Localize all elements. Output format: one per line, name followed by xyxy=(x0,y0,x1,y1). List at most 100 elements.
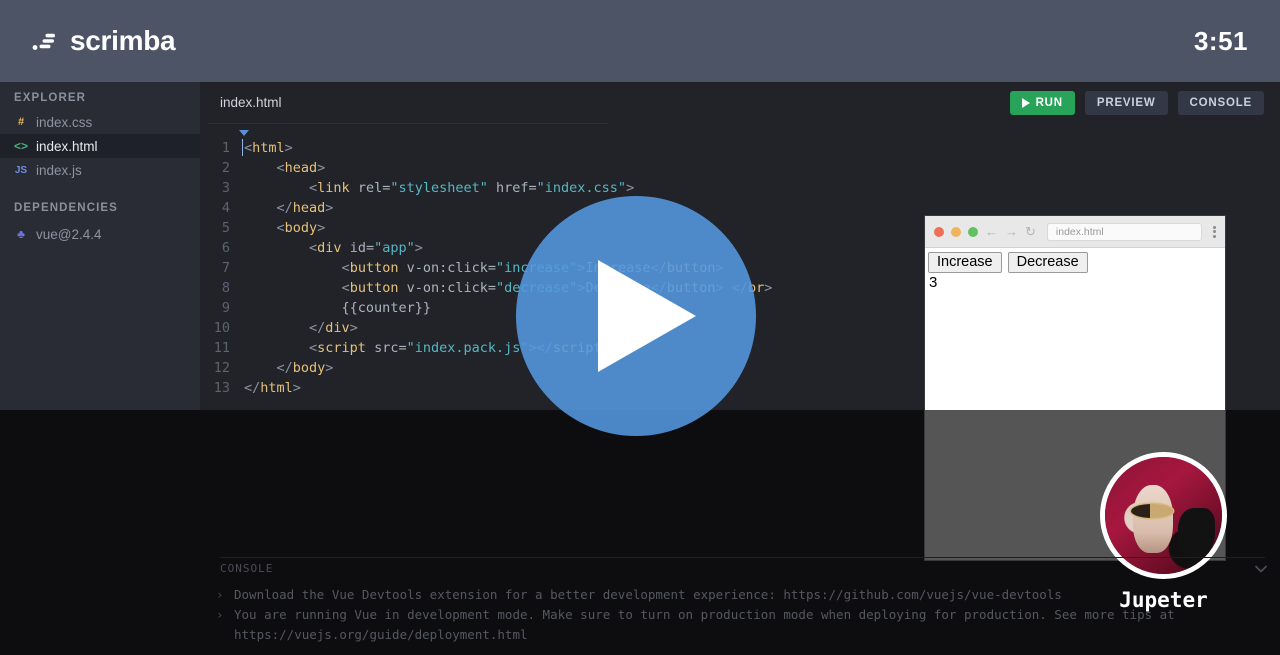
preview-page-content: Increase Decrease 3 xyxy=(925,248,1225,410)
decrease-button[interactable]: Decrease xyxy=(1007,252,1088,273)
close-dot-icon[interactable] xyxy=(934,226,944,237)
chevron-down-icon[interactable] xyxy=(1252,560,1270,578)
line-number: 9 xyxy=(221,300,230,316)
counter-value: 3 xyxy=(929,274,938,291)
code-token: > xyxy=(292,380,301,396)
preview-button-row: Increase Decrease xyxy=(927,252,1223,273)
code-token: > xyxy=(325,200,334,216)
code-token: < xyxy=(341,260,350,276)
sunglasses-icon xyxy=(1130,503,1173,518)
increase-button[interactable]: Increase xyxy=(928,252,1002,273)
line-number: 11 xyxy=(213,340,230,356)
app-header: scrimba 3:51 xyxy=(0,0,1280,82)
code-token: </ xyxy=(276,200,293,216)
code-token: html xyxy=(260,380,293,396)
scrimba-logo-icon xyxy=(32,31,58,51)
arrow-left-icon[interactable]: ← xyxy=(985,225,998,238)
code-token: id= xyxy=(341,240,375,256)
console-output: › Download the Vue Devtools extension fo… xyxy=(210,585,1280,645)
code-token: < xyxy=(309,240,318,256)
preview-url-bar[interactable]: index.html xyxy=(1046,222,1202,241)
sidebar-item-index-css[interactable]: # index.css xyxy=(0,110,200,134)
line-number: 1 xyxy=(221,140,230,156)
dependencies-label: DEPENDENCIES xyxy=(14,202,118,214)
sidebar-item-index-html[interactable]: <> index.html xyxy=(0,134,200,158)
console-arrow-icon: › xyxy=(216,587,224,602)
reload-icon[interactable]: ↻ xyxy=(1025,225,1036,238)
play-icon xyxy=(1021,97,1030,108)
line-number: 4 xyxy=(221,200,230,216)
code-token: < xyxy=(276,220,285,236)
editor-tab-index-html[interactable]: index.html xyxy=(220,95,282,110)
line-code: <html> xyxy=(239,130,293,158)
line-code: </div> xyxy=(244,318,358,338)
console-message: › Download the Vue Devtools extension fo… xyxy=(210,585,1280,605)
code-token: script xyxy=(317,340,366,356)
line-code: <div id="app"> xyxy=(244,238,423,258)
brand-name: scrimba xyxy=(70,25,176,56)
preview-button[interactable]: PREVIEW xyxy=(1084,90,1168,115)
line-number: 8 xyxy=(221,280,230,296)
code-token: div xyxy=(325,320,350,336)
line-code: <body> xyxy=(244,218,326,238)
sidebar-item-vue-dependency[interactable]: ♣ vue@2.4.4 xyxy=(0,222,200,246)
line-code: </head> xyxy=(244,198,334,218)
presenter-avatar xyxy=(1100,452,1227,579)
line-number: 6 xyxy=(221,240,230,256)
console-message: › You are running Vue in development mod… xyxy=(210,605,1280,645)
code-line: 3 <link rel="stylesheet" href="index.css… xyxy=(200,178,1280,198)
maximize-dot-icon[interactable] xyxy=(968,226,978,237)
minimize-dot-icon[interactable] xyxy=(951,226,961,237)
text-cursor xyxy=(242,139,243,156)
code-token: "app" xyxy=(374,240,415,256)
code-token: </ xyxy=(244,380,261,396)
avatar xyxy=(1100,452,1227,579)
file-label: index.html xyxy=(36,138,98,154)
console-divider xyxy=(220,557,1265,558)
line-number: 12 xyxy=(213,360,230,376)
code-token: < xyxy=(244,140,253,156)
code-token: head xyxy=(284,160,318,176)
code-token: link xyxy=(317,180,350,196)
line-number: 5 xyxy=(221,220,230,236)
code-token: < xyxy=(341,280,350,296)
code-token: < xyxy=(309,180,318,196)
code-token: v-on:click= xyxy=(398,280,497,296)
brand[interactable]: scrimba xyxy=(32,25,176,57)
line-number: 13 xyxy=(213,380,230,396)
sidebar-item-index-js[interactable]: JS index.js xyxy=(0,158,200,182)
code-token: > xyxy=(349,320,358,336)
line-code: </body> xyxy=(244,358,334,378)
code-token: > xyxy=(317,220,326,236)
code-token: button xyxy=(349,260,399,276)
code-line: 2 <head> xyxy=(200,158,1280,178)
arrow-right-icon[interactable]: → xyxy=(1005,225,1018,238)
code-token: </ xyxy=(309,320,326,336)
preview-browser-chrome: ← → ↻ index.html xyxy=(925,216,1225,248)
run-button[interactable]: RUN xyxy=(1009,90,1075,115)
console-arrow-icon: › xyxy=(216,607,224,622)
console-message-text: Download the Vue Devtools extension for … xyxy=(234,587,1062,602)
code-token: "index.pack.js" xyxy=(406,340,529,356)
code-token: > xyxy=(317,160,326,176)
code-token: body xyxy=(284,220,318,236)
code-token: > xyxy=(764,280,773,296)
avatar-face xyxy=(1133,485,1173,553)
console-message-text: You are running Vue in development mode.… xyxy=(234,607,1175,642)
code-token: rel= xyxy=(349,180,391,196)
play-overlay-button[interactable] xyxy=(516,196,756,436)
console-button[interactable]: CONSOLE xyxy=(1177,90,1264,115)
code-token: > xyxy=(325,360,334,376)
code-token: href= xyxy=(487,180,537,196)
kebab-menu-icon[interactable] xyxy=(1213,224,1216,239)
headphones-icon xyxy=(1177,508,1215,558)
code-token: > xyxy=(284,140,293,156)
file-explorer-sidebar: EXPLORER # index.css <> index.html JS in… xyxy=(0,82,200,410)
